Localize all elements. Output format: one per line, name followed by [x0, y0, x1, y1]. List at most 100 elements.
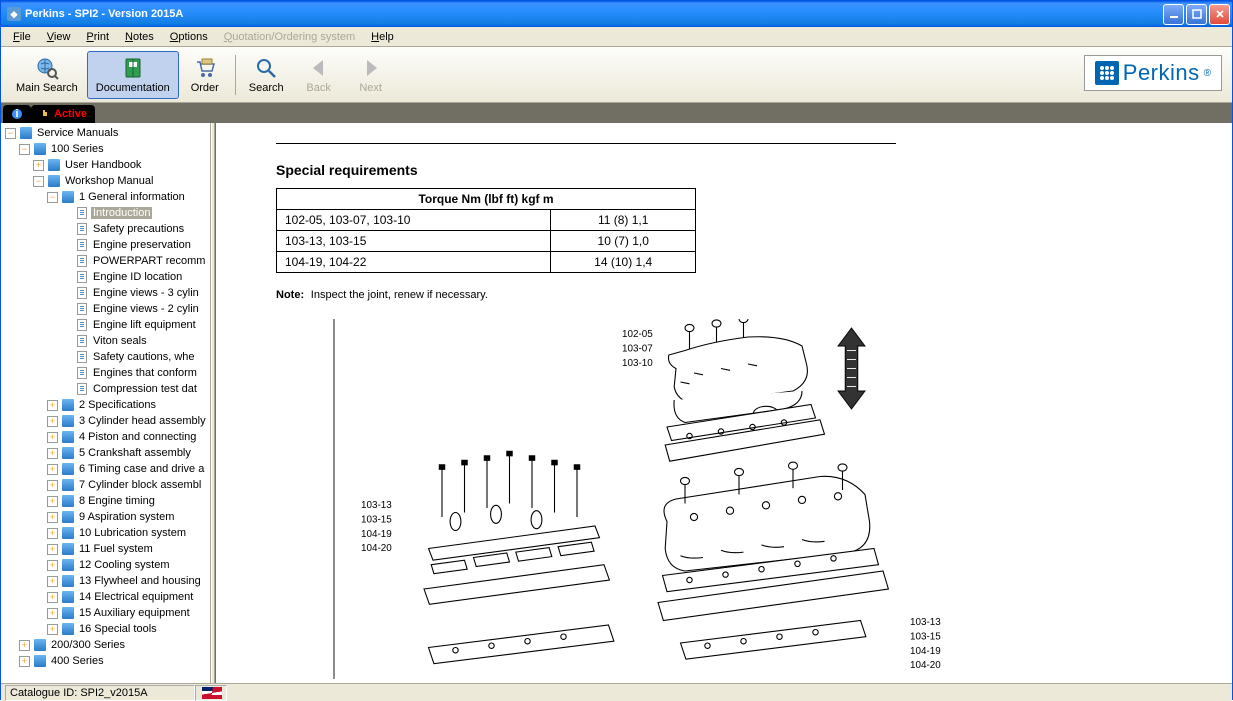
- tree-node[interactable]: Engine ID location: [1, 269, 210, 285]
- expand-icon[interactable]: [47, 576, 58, 587]
- statusbar: Catalogue ID: SPI2_v2015A: [1, 683, 1232, 701]
- book-icon: [61, 446, 75, 460]
- perkins-grid-icon: [1095, 61, 1119, 85]
- tree-label: 14 Electrical equipment: [77, 591, 195, 603]
- brand-text: Perkins: [1123, 60, 1200, 86]
- expand-icon[interactable]: [47, 512, 58, 523]
- tree-node[interactable]: User Handbook: [1, 157, 210, 173]
- expand-icon[interactable]: [47, 400, 58, 411]
- book-icon: [121, 56, 145, 80]
- tree-node[interactable]: 7 Cylinder block assembl: [1, 477, 210, 493]
- tree-node[interactable]: 9 Aspiration system: [1, 509, 210, 525]
- expand-icon[interactable]: [19, 640, 30, 651]
- maximize-button[interactable]: [1186, 4, 1207, 25]
- expand-icon[interactable]: [47, 624, 58, 635]
- toolbar-search[interactable]: Search: [240, 51, 293, 99]
- tree-node[interactable]: Engine preservation: [1, 237, 210, 253]
- tree-node[interactable]: 3 Cylinder head assembly: [1, 413, 210, 429]
- tab-active[interactable]: Active: [31, 105, 95, 123]
- collapse-icon[interactable]: [47, 192, 58, 203]
- document-viewer[interactable]: Special requirements Torque Nm (lbf ft) …: [215, 123, 1232, 683]
- search-globe-icon: [35, 56, 59, 80]
- tree-node[interactable]: 15 Auxiliary equipment: [1, 605, 210, 621]
- collapse-icon[interactable]: [33, 176, 44, 187]
- tree-node[interactable]: 5 Crankshaft assembly: [1, 445, 210, 461]
- expand-icon[interactable]: [47, 448, 58, 459]
- menu-file[interactable]: File: [5, 29, 39, 45]
- tree-node[interactable]: 11 Fuel system: [1, 541, 210, 557]
- document-icon: [75, 382, 89, 396]
- book-icon: [61, 462, 75, 476]
- tree-node[interactable]: Engine views - 2 cylin: [1, 301, 210, 317]
- tree-node[interactable]: 12 Cooling system: [1, 557, 210, 573]
- expand-icon[interactable]: [47, 496, 58, 507]
- tree-node[interactable]: 14 Electrical equipment: [1, 589, 210, 605]
- tree-node[interactable]: 200/300 Series: [1, 637, 210, 653]
- tree-node[interactable]: Engine lift equipment: [1, 317, 210, 333]
- expand-icon[interactable]: [47, 592, 58, 603]
- menu-notes[interactable]: Notes: [117, 29, 162, 45]
- tree-node[interactable]: Service Manuals: [1, 125, 210, 141]
- tree-label: 15 Auxiliary equipment: [77, 607, 192, 619]
- tree-node[interactable]: Engines that conform: [1, 365, 210, 381]
- expand-icon[interactable]: [47, 416, 58, 427]
- tree-node[interactable]: 8 Engine timing: [1, 493, 210, 509]
- note-text: Inspect the joint, renew if necessary.: [311, 289, 488, 301]
- expand-icon[interactable]: [47, 464, 58, 475]
- expand-icon[interactable]: [47, 544, 58, 555]
- tree-node[interactable]: Workshop Manual: [1, 173, 210, 189]
- arrow-updown-icon: [838, 328, 865, 409]
- expand-icon[interactable]: [47, 560, 58, 571]
- tree-panel[interactable]: Service Manuals100 SeriesUser Handbook Wo…: [1, 123, 211, 683]
- expand-icon[interactable]: [47, 608, 58, 619]
- close-button[interactable]: [1209, 4, 1230, 25]
- tree-label: Engines that conform: [91, 367, 199, 379]
- collapse-icon[interactable]: [5, 128, 16, 139]
- toolbar-main-search[interactable]: Main Search: [7, 51, 87, 99]
- status-flag[interactable]: [195, 685, 227, 701]
- tree-node[interactable]: Introduction: [1, 205, 210, 221]
- tree-node[interactable]: Engine views - 3 cylin: [1, 285, 210, 301]
- toolbar-documentation[interactable]: Documentation: [87, 51, 179, 99]
- expand-icon[interactable]: [47, 432, 58, 443]
- tree-node[interactable]: Safety cautions, whe: [1, 349, 210, 365]
- tree-node[interactable]: 100 Series: [1, 141, 210, 157]
- engine-top: [665, 319, 824, 461]
- app-icon: ◆: [7, 7, 21, 21]
- tree-node[interactable]: 10 Lubrication system: [1, 525, 210, 541]
- tree-label: 13 Flywheel and housing: [77, 575, 203, 587]
- tree-label: 2 Specifications: [77, 399, 158, 411]
- tree-node[interactable]: Safety precautions: [1, 221, 210, 237]
- menu-print[interactable]: Print: [78, 29, 117, 45]
- menu-view[interactable]: View: [39, 29, 79, 45]
- book-icon: [47, 174, 61, 188]
- tree-node[interactable]: 400 Series: [1, 653, 210, 669]
- menu-quotationorderingsystem: Quotation/Ordering system: [216, 29, 363, 45]
- tree-node[interactable]: 2 Specifications: [1, 397, 210, 413]
- menu-options[interactable]: Options: [162, 29, 216, 45]
- menu-help[interactable]: Help: [363, 29, 402, 45]
- window-title: Perkins - SPI2 - Version 2015A: [25, 8, 1163, 20]
- tab-info[interactable]: i: [3, 105, 31, 123]
- tree-node[interactable]: Compression test dat: [1, 381, 210, 397]
- tree-node[interactable]: 16 Special tools: [1, 621, 210, 637]
- tree-label: Safety precautions: [91, 223, 186, 235]
- tree-label: Workshop Manual: [63, 175, 155, 187]
- expand-icon[interactable]: [47, 480, 58, 491]
- expand-icon[interactable]: [33, 160, 44, 171]
- expand-icon[interactable]: [47, 528, 58, 539]
- table-header: Torque Nm (lbf ft) kgf m: [277, 189, 696, 210]
- expand-icon[interactable]: [19, 656, 30, 667]
- tree-node[interactable]: 13 Flywheel and housing: [1, 573, 210, 589]
- tree-node[interactable]: 4 Piston and connecting: [1, 429, 210, 445]
- tree-node[interactable]: POWERPART recomm: [1, 253, 210, 269]
- tree-node[interactable]: Viton seals: [1, 333, 210, 349]
- tabstrip: i Active: [1, 103, 1232, 123]
- minimize-button[interactable]: [1163, 4, 1184, 25]
- tree-node[interactable]: 6 Timing case and drive a: [1, 461, 210, 477]
- collapse-icon[interactable]: [19, 144, 30, 155]
- toolbar-order[interactable]: Order: [179, 51, 231, 99]
- tree-node[interactable]: 1 General information: [1, 189, 210, 205]
- brand-logo: Perkins®: [1084, 55, 1222, 91]
- callout: 104-19: [910, 646, 941, 657]
